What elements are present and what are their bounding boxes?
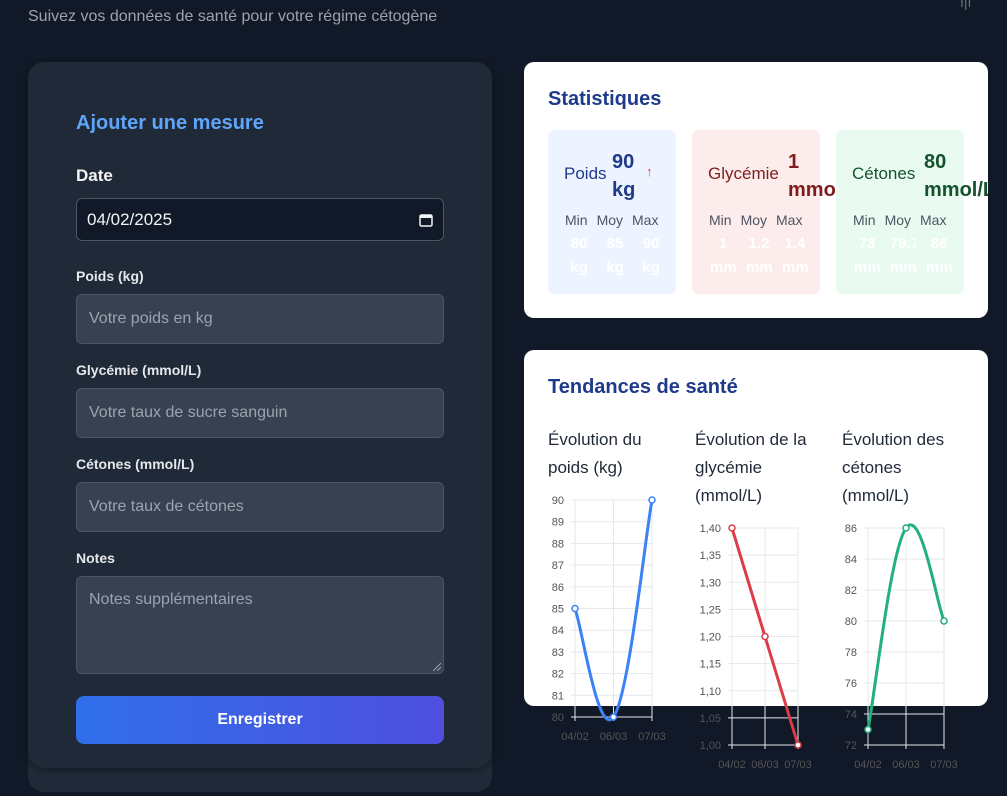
glucose-y-tick: 1,25	[700, 604, 721, 616]
weight-y-tick: 82	[552, 669, 564, 681]
weight-y-tick: 88	[552, 538, 564, 550]
glucose-x-tick: 06/03	[751, 759, 779, 771]
weight-chart: 90 89 88 87 86 85 84 83 82 81 80 04/02 06/03 07/03 1,4…	[552, 495, 958, 771]
weight-data-point	[571, 604, 579, 613]
weight-y-tick: 80	[552, 712, 564, 724]
ketones-data-point	[902, 524, 910, 532]
ketones-y-tick: 82	[845, 585, 857, 597]
weight-y-tick: 87	[552, 560, 564, 572]
glucose-x-tick: 04/02	[718, 759, 746, 771]
glucose-y-tick: 1,00	[700, 740, 721, 752]
ketones-data-point	[940, 617, 948, 625]
ketones-x-tick: 06/03	[892, 759, 920, 771]
glucose-y-tick: 1,10	[700, 686, 721, 698]
ketones-y-tick: 74	[845, 709, 857, 721]
weight-x-tick: 07/03	[638, 731, 666, 743]
weight-y-tick: 85	[552, 604, 564, 616]
weight-x-tick: 06/03	[600, 731, 628, 743]
ketones-y-tick: 86	[845, 523, 857, 535]
glucose-y-tick: 1,35	[700, 550, 721, 562]
weight-x-tick: 04/02	[561, 731, 589, 743]
glucose-y-tick: 1,40	[700, 523, 721, 535]
glucose-data-point	[794, 741, 802, 749]
glucose-x-tick: 07/03	[784, 759, 812, 771]
ketones-y-tick: 78	[845, 647, 857, 659]
weight-y-tick: 84	[552, 625, 564, 637]
ketones-x-tick: 07/03	[930, 759, 958, 771]
ketones-data-point	[864, 725, 872, 734]
glucose-data-point	[728, 524, 736, 532]
ketones-y-tick: 80	[845, 616, 857, 628]
weight-y-tick: 83	[552, 647, 564, 659]
weight-y-tick: 90	[552, 495, 564, 507]
glucose-y-tick: 1,30	[700, 577, 721, 589]
ketones-y-tick: 72	[845, 740, 857, 752]
glucose-y-tick: 1,15	[700, 659, 721, 671]
weight-y-tick: 81	[552, 690, 564, 702]
ketones-y-tick: 76	[845, 678, 857, 690]
weight-data-point	[609, 713, 618, 721]
weight-y-tick: 89	[552, 517, 564, 529]
ketones-x-tick: 04/02	[854, 759, 882, 771]
weight-y-tick: 86	[552, 582, 564, 594]
glucose-y-tick: 1,20	[700, 632, 721, 644]
weight-data-point	[648, 496, 656, 504]
glucose-y-tick: 1,05	[700, 713, 721, 725]
ketones-y-tick: 84	[845, 554, 857, 566]
glucose-data-point	[761, 632, 769, 641]
